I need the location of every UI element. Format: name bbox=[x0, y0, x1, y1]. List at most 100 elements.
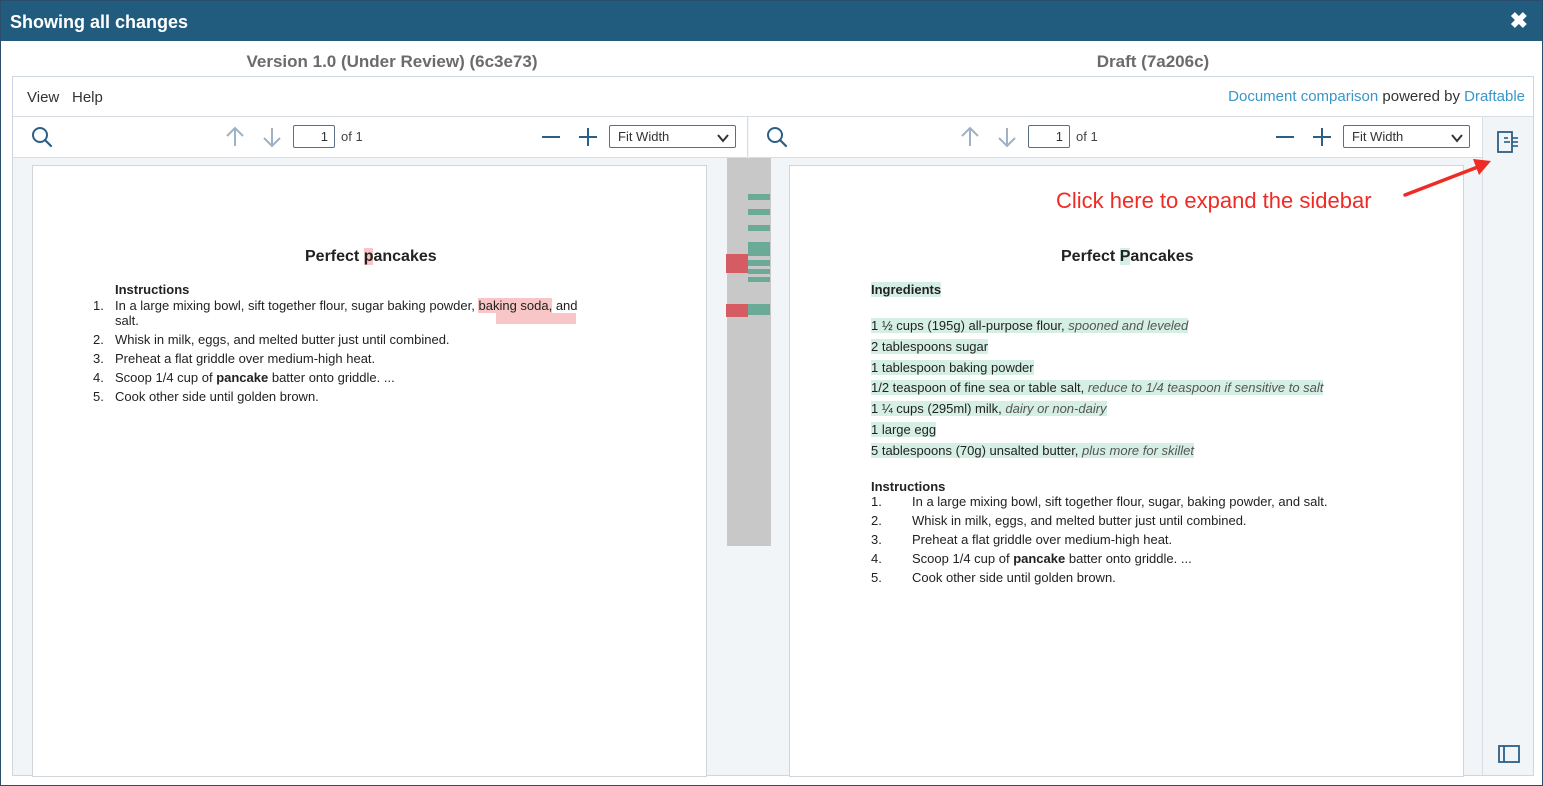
left-zoom-value: Fit Width bbox=[618, 129, 670, 144]
left-doc-title-post: ancakes bbox=[373, 248, 437, 265]
left-item-1-deleted: baking soda, bbox=[478, 298, 553, 313]
right-document-page: Perfect Pancakes Ingredients 1 ½ cups (1… bbox=[789, 165, 1464, 777]
ingredient-4: 1/2 teaspoon of fine sea or table salt, … bbox=[871, 380, 1324, 396]
left-item-4: Scoop 1/4 cup of pancake batter onto gri… bbox=[115, 370, 395, 386]
left-item-2: Whisk in milk, eggs, and melted butter j… bbox=[115, 332, 450, 347]
insertion-marker[interactable] bbox=[748, 242, 770, 256]
ingredient-1-note: spooned and leveled bbox=[1068, 318, 1189, 333]
arrow-down-icon[interactable] bbox=[995, 125, 1019, 149]
arrow-up-icon[interactable] bbox=[223, 125, 247, 149]
left-item-1-pre: In a large mixing bowl, sift together fl… bbox=[115, 298, 479, 313]
right-item-5: Cook other side until golden brown. bbox=[912, 570, 1116, 585]
right-doc-title-changed: P bbox=[1119, 248, 1131, 265]
powered-by: Document comparison powered by Draftable bbox=[1228, 88, 1525, 105]
right-page-input[interactable] bbox=[1028, 125, 1070, 148]
right-zoom-value: Fit Width bbox=[1352, 129, 1404, 144]
right-item-4-bold: pancake bbox=[1013, 551, 1066, 566]
right-instructions-heading: Instructions bbox=[871, 479, 946, 494]
left-item-3-num: 3. bbox=[93, 351, 104, 366]
ingredient-7-note: plus more for skillet bbox=[1082, 443, 1195, 458]
powered-by-text: powered by bbox=[1378, 88, 1465, 105]
insertion-marker[interactable] bbox=[748, 225, 770, 231]
right-doc-title-post: ancakes bbox=[1130, 248, 1194, 265]
right-item-4-num: 4. bbox=[871, 551, 882, 566]
deletion-marker[interactable] bbox=[726, 304, 748, 317]
left-page-count: of 1 bbox=[341, 129, 363, 144]
ingredient-5: 1 ¼ cups (295ml) milk, dairy or non-dair… bbox=[871, 401, 1107, 417]
left-item-1: In a large mixing bowl, sift together fl… bbox=[115, 298, 635, 314]
left-version-title: Version 1.0 (Under Review) (6c3e73) bbox=[246, 52, 538, 71]
document-comparison-link[interactable]: Document comparison bbox=[1228, 88, 1378, 105]
ingredient-6: 1 large egg bbox=[871, 422, 937, 438]
annotation-text: Click here to expand the sidebar bbox=[1056, 188, 1372, 213]
left-document-page: Perfect pancakes Instructions 1. In a la… bbox=[32, 165, 707, 777]
right-zoom-select[interactable]: Fit Width bbox=[1343, 125, 1470, 148]
chevron-down-icon bbox=[1450, 130, 1464, 144]
right-pane: Perfect Pancakes Ingredients 1 ½ cups (1… bbox=[771, 158, 1482, 777]
viewer-frame: View Help Document comparison powered by… bbox=[12, 76, 1534, 777]
left-toolbar: of 1 Fit Width bbox=[13, 117, 748, 158]
left-item-4-num: 4. bbox=[93, 370, 104, 385]
chevron-down-icon bbox=[716, 130, 730, 144]
right-item-1-num: 1. bbox=[871, 494, 882, 509]
left-deleted-highlight-cont bbox=[496, 313, 576, 324]
arrow-down-icon[interactable] bbox=[260, 125, 284, 149]
ingredient-3: 1 tablespoon baking powder bbox=[871, 360, 1034, 376]
right-item-2: Whisk in milk, eggs, and melted butter j… bbox=[912, 513, 1247, 528]
minus-icon[interactable] bbox=[1273, 125, 1297, 149]
ingredient-3-main: 1 tablespoon baking powder bbox=[871, 360, 1034, 375]
left-doc-title: Perfect pancakes bbox=[305, 248, 437, 266]
ingredient-6-main: 1 large egg bbox=[871, 422, 937, 437]
ingredient-4-note: reduce to 1/4 teaspoon if sensitive to s… bbox=[1087, 380, 1324, 395]
insertion-marker[interactable] bbox=[748, 260, 770, 266]
ingredient-4-main: 1/2 teaspoon of fine sea or table salt, bbox=[871, 380, 1088, 395]
left-pane: Perfect pancakes Instructions 1. In a la… bbox=[13, 158, 726, 777]
right-item-5-num: 5. bbox=[871, 570, 882, 585]
right-item-3: Preheat a flat griddle over medium-high … bbox=[912, 532, 1173, 547]
left-page-input[interactable] bbox=[293, 125, 335, 148]
insertion-marker[interactable] bbox=[748, 269, 770, 274]
insertion-marker[interactable] bbox=[748, 209, 770, 215]
left-item-1-post: and bbox=[552, 298, 578, 313]
left-item-4-bold: pancake bbox=[216, 370, 269, 385]
right-item-3-num: 3. bbox=[871, 532, 882, 547]
left-zoom-select[interactable]: Fit Width bbox=[609, 125, 736, 148]
ingredients-heading-text: Ingredients bbox=[871, 282, 942, 297]
deletion-marker[interactable] bbox=[726, 254, 748, 273]
right-item-4: Scoop 1/4 cup of pancake batter onto gri… bbox=[912, 551, 1192, 567]
plus-icon[interactable] bbox=[576, 125, 600, 149]
right-doc-title-pre: Perfect bbox=[1061, 248, 1120, 265]
ingredient-7-main: 5 tablespoons (70g) unsalted butter, bbox=[871, 443, 1083, 458]
ingredient-5-main: 1 ¼ cups (295ml) milk, bbox=[871, 401, 1006, 416]
left-instructions-heading: Instructions bbox=[115, 282, 190, 297]
draftable-link[interactable]: Draftable bbox=[1464, 88, 1525, 105]
ingredient-1: 1 ½ cups (195g) all-purpose flour, spoon… bbox=[871, 318, 1189, 334]
search-icon[interactable] bbox=[765, 125, 789, 149]
right-item-4-pre: Scoop 1/4 cup of bbox=[912, 551, 1014, 566]
close-icon[interactable]: ✖ bbox=[1510, 10, 1528, 32]
ingredient-7: 5 tablespoons (70g) unsalted butter, plu… bbox=[871, 443, 1195, 459]
menu-help[interactable]: Help bbox=[72, 89, 103, 106]
ingredient-1-main: 1 ½ cups (195g) all-purpose flour, bbox=[871, 318, 1069, 333]
menu-view[interactable]: View bbox=[27, 89, 59, 106]
plus-icon[interactable] bbox=[1310, 125, 1334, 149]
overview-viewport bbox=[727, 158, 771, 546]
right-item-1: In a large mixing bowl, sift together fl… bbox=[912, 494, 1328, 509]
ingredient-2: 2 tablespoons sugar bbox=[871, 339, 989, 355]
panel-toggle-icon[interactable] bbox=[1497, 742, 1521, 766]
insertion-marker[interactable] bbox=[748, 304, 770, 315]
sidebar-rail bbox=[1482, 117, 1533, 775]
modal-title: Showing all changes bbox=[10, 12, 189, 32]
minus-icon[interactable] bbox=[539, 125, 563, 149]
left-item-1-num: 1. bbox=[93, 298, 104, 313]
annotation-arrow-icon bbox=[1403, 159, 1491, 197]
comparison-modal: Showing all changes ✖ Version 1.0 (Under… bbox=[0, 0, 1543, 786]
search-icon[interactable] bbox=[30, 125, 54, 149]
left-item-4-pre: Scoop 1/4 cup of bbox=[115, 370, 217, 385]
menu-bar: View Help Document comparison powered by… bbox=[13, 77, 1533, 117]
arrow-up-icon[interactable] bbox=[958, 125, 982, 149]
change-overview-strip[interactable] bbox=[726, 158, 771, 775]
insertion-marker[interactable] bbox=[748, 277, 770, 282]
ingredient-2-main: 2 tablespoons sugar bbox=[871, 339, 989, 354]
insertion-marker[interactable] bbox=[748, 194, 770, 200]
